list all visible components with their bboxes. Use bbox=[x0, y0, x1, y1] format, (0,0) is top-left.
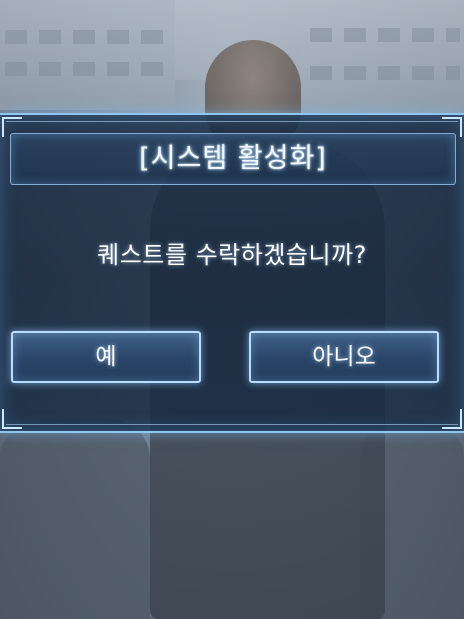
dialog-frame-line bbox=[6, 121, 458, 122]
yes-button-label: 예 bbox=[95, 344, 117, 370]
yes-button[interactable]: 예 bbox=[11, 331, 201, 383]
dialog-title-bar: [시스템 활성화] bbox=[10, 133, 456, 185]
no-button[interactable]: 아니오 bbox=[249, 331, 439, 383]
frame-corner bbox=[2, 409, 22, 429]
frame-corner bbox=[442, 409, 462, 429]
dialog-question: 퀘스트를 수락하겠습니까? bbox=[97, 241, 367, 269]
dialog-frame-line bbox=[6, 424, 458, 425]
system-dialog: [시스템 활성화] 퀘스트를 수락하겠습니까? 예 아니오 bbox=[0, 113, 464, 433]
no-button-label: 아니오 bbox=[312, 344, 376, 370]
dialog-title: [시스템 활성화] bbox=[139, 143, 327, 174]
